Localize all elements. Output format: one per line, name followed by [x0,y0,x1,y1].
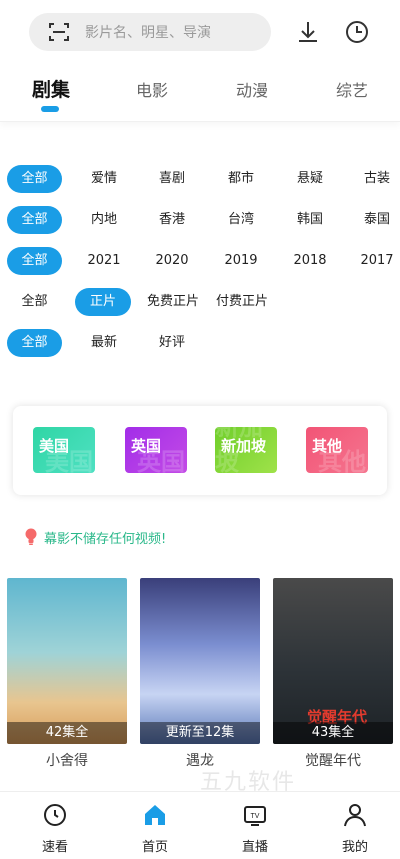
tab-variety[interactable]: 综艺 [336,77,368,101]
nav-label: 直播 [241,840,268,855]
tab-anime[interactable]: 动漫 [236,77,268,101]
nav-label: 首页 [141,840,168,855]
nav-label: 我的 [341,840,368,855]
tab-movies[interactable]: 电影 [136,77,168,101]
user-icon [344,804,366,827]
filter-chip[interactable]: 全部 [7,329,62,357]
disclaimer-notice: 幕影不储存任何视频! [24,527,166,547]
filter-chip[interactable]: 2020 [147,247,197,275]
region-button-uk[interactable]: 英国 英国 [125,427,187,473]
category-tabs: 剧集 电影 动漫 综艺 [0,64,400,122]
disclaimer-text: 幕影不储存任何视频! [44,531,167,547]
filter-chip[interactable]: 爱情 [79,165,129,193]
episode-badge: 更新至12集 [140,722,260,744]
bottom-navigation: 速看 首页 TV 直播 我的 [0,791,400,859]
filter-chip[interactable]: 免费正片 [143,288,203,316]
show-poster[interactable]: 42集全 [7,578,127,744]
active-tab-indicator [41,106,59,112]
lightbulb-icon [25,528,37,545]
filter-chip[interactable]: 2019 [216,247,266,275]
scan-icon[interactable] [47,20,71,44]
filter-chip[interactable]: 2018 [285,247,335,275]
nav-home[interactable]: 首页 [125,802,185,855]
history-icon[interactable] [343,18,371,46]
filter-chip[interactable]: 悬疑 [285,165,335,193]
region-filter-row: 全部 内地 香港 台湾 韩国 泰国 [0,206,400,234]
home-icon [145,805,165,825]
filter-chip[interactable]: 付费正片 [212,288,272,316]
search-placeholder: 影片名、明星、导演 [85,25,211,41]
region-shortcuts: 美国 美国 英国 英国 新加坡 新加坡 其他 其他 [13,406,387,495]
filter-chip[interactable]: 全部 [7,206,62,234]
region-watermark: 其他 [318,448,366,473]
show-card[interactable]: 42集全 小舍得 [7,578,127,770]
tv-icon: TV [244,806,266,826]
filter-chip[interactable]: 泰国 [354,206,400,234]
region-button-singapore[interactable]: 新加坡 新加坡 [215,427,277,473]
filter-chip[interactable]: 内地 [79,206,129,234]
episode-badge: 43集全 [273,722,393,744]
genre-filter-row: 全部 爱情 喜剧 都市 悬疑 古装 [0,165,400,193]
nav-profile[interactable]: 我的 [325,802,385,855]
filter-chip[interactable]: 喜剧 [147,165,197,193]
filter-chip[interactable]: 好评 [147,329,197,357]
filter-chip[interactable]: 香港 [147,206,197,234]
download-icon[interactable] [294,18,322,46]
episode-badge: 42集全 [7,722,127,744]
filter-chip[interactable]: 都市 [216,165,266,193]
filter-chip[interactable]: 2017 [354,247,400,275]
show-card[interactable]: 更新至12集 遇龙 [140,578,260,770]
clock-icon [44,804,66,826]
show-card[interactable]: 觉醒年代 43集全 觉醒年代 [273,578,393,770]
region-watermark: 英国 [137,448,185,473]
filter-chip[interactable]: 全部 [7,247,62,275]
region-watermark: 美国 [45,448,93,473]
region-button-usa[interactable]: 美国 美国 [33,427,95,473]
show-poster[interactable]: 更新至12集 [140,578,260,744]
pay-filter-row: 全部 正片 免费正片 付费正片 [0,288,400,316]
filter-chip[interactable]: 全部 [7,288,62,316]
nav-live[interactable]: TV 直播 [225,802,285,855]
filter-chip[interactable]: 台湾 [216,206,266,234]
show-title[interactable]: 小舍得 [7,750,127,770]
show-poster[interactable]: 觉醒年代 43集全 [273,578,393,744]
filter-chip[interactable]: 2021 [79,247,129,275]
nav-label: 速看 [41,840,68,855]
nav-quick-watch[interactable]: 速看 [25,802,85,855]
sort-filter-row: 全部 最新 好评 [0,329,400,357]
filter-chip[interactable]: 全部 [7,165,62,193]
year-filter-row: 全部 2021 2020 2019 2018 2017 [0,247,400,275]
top-bar: 影片名、明星、导演 [0,0,400,64]
filter-chip[interactable]: 最新 [79,329,129,357]
filter-chip[interactable]: 古装 [354,165,400,193]
region-button-other[interactable]: 其他 其他 [306,427,368,473]
filter-chip[interactable]: 韩国 [285,206,335,234]
region-watermark: 新加坡 [215,427,263,473]
tab-series[interactable]: 剧集 [32,75,70,102]
svg-text:TV: TV [251,813,260,820]
search-bar[interactable]: 影片名、明星、导演 [29,13,271,51]
filter-chip[interactable]: 正片 [75,288,131,316]
